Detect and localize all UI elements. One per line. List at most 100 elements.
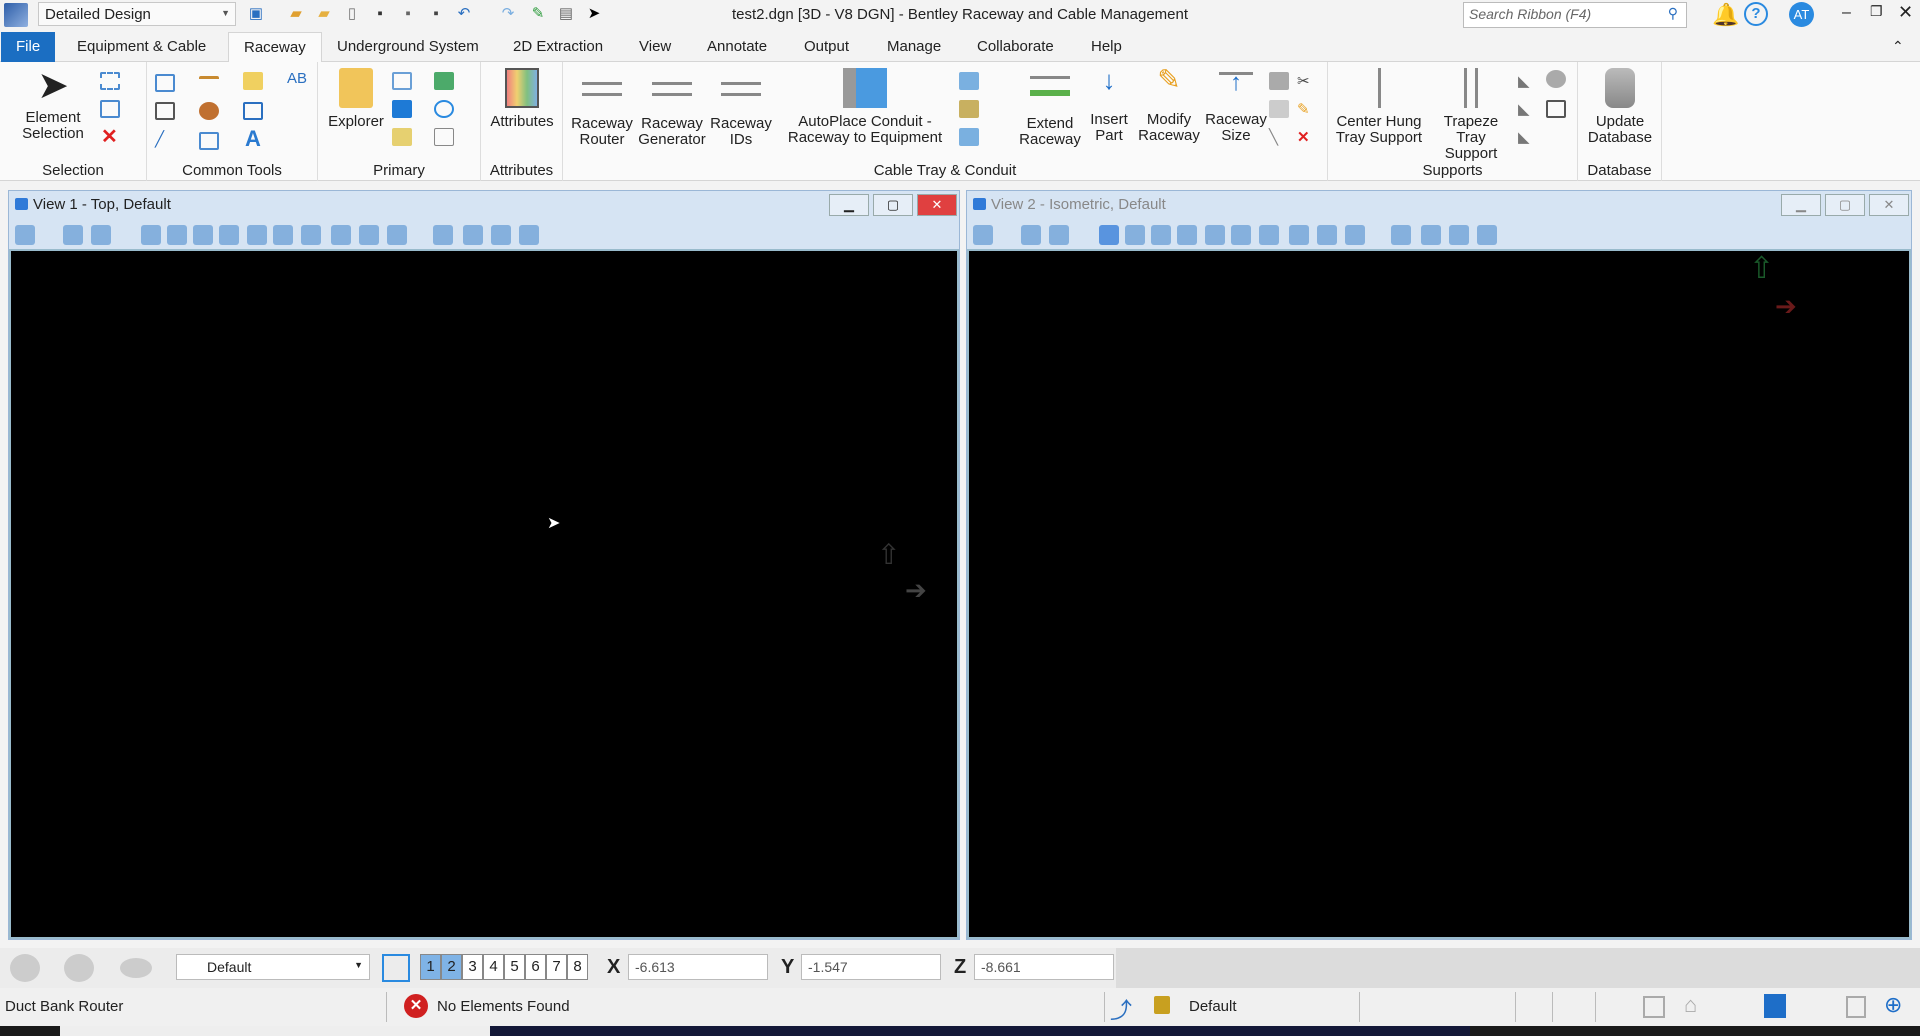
view-2-canvas[interactable]: ⇧ ➔ [967, 249, 1911, 939]
save-settings-icon[interactable]: ▪ [398, 5, 418, 23]
new-file-icon[interactable]: ▯ [342, 5, 362, 23]
split-icon[interactable]: ╲ [1269, 128, 1289, 146]
tab-file[interactable]: File [1, 32, 56, 62]
support-edit-icon[interactable] [1546, 70, 1566, 88]
next-view-icon[interactable] [387, 225, 407, 245]
sheet-icon[interactable] [1643, 996, 1665, 1018]
view-toggle-6[interactable]: 6 [525, 954, 546, 980]
measure-icon[interactable] [199, 76, 219, 94]
home-icon[interactable]: ⌂ [1684, 992, 1697, 1018]
tab-output[interactable]: Output [789, 32, 864, 62]
display-style-icon[interactable] [63, 225, 83, 245]
rectangle-icon[interactable] [199, 132, 219, 150]
lock-icon[interactable] [1154, 996, 1170, 1014]
conduit-fitting-icon[interactable] [959, 100, 979, 118]
bracket-icon[interactable]: ◣ [1518, 72, 1538, 90]
close-button[interactable]: ✕ [1898, 2, 1913, 23]
walk-icon[interactable] [331, 225, 351, 245]
light-icon[interactable] [243, 72, 263, 90]
previous-view-icon[interactable] [1317, 225, 1337, 245]
palette-icon[interactable] [199, 102, 219, 120]
zoom-in-icon[interactable] [167, 225, 187, 245]
raceway-generator-button[interactable]: Raceway Generator [637, 72, 707, 148]
extend-raceway-button[interactable]: Extend Raceway [1019, 72, 1081, 148]
view-toggle-2[interactable]: 2 [441, 954, 462, 980]
restore-button[interactable]: ❐ [1870, 3, 1883, 20]
scale-icon[interactable] [155, 102, 175, 120]
select-arrow-icon[interactable]: ➤ [584, 5, 604, 23]
select-region-icon[interactable] [100, 72, 120, 90]
forward-icon[interactable] [64, 954, 94, 982]
fence-icon[interactable] [155, 74, 175, 92]
level-dropdown[interactable]: Default ▼ [176, 954, 370, 980]
next-view-icon[interactable] [1345, 225, 1365, 245]
clip-volume-icon[interactable] [463, 225, 483, 245]
rotate-view-icon[interactable] [273, 225, 293, 245]
view-groups-icon[interactable] [382, 954, 410, 982]
view-minimize-button[interactable]: ▁ [1781, 194, 1821, 216]
view-toggle-7[interactable]: 7 [546, 954, 567, 980]
zoom-in-icon[interactable] [1125, 225, 1145, 245]
edit-bend-icon[interactable]: ✎ [1297, 100, 1317, 118]
previous-view-icon[interactable] [359, 225, 379, 245]
v8-icon[interactable]: ▣ [246, 5, 266, 23]
raceway-router-button[interactable]: Raceway Router [569, 72, 635, 148]
raceway-size-button[interactable]: ↑ Raceway Size [1203, 71, 1269, 144]
tab-help[interactable]: Help [1076, 32, 1137, 62]
document-icon[interactable] [1846, 996, 1866, 1018]
search-ribbon-input[interactable]: Search Ribbon (F4) ⚲ [1463, 2, 1687, 28]
view-close-button[interactable]: ✕ [917, 194, 957, 216]
print-icon[interactable]: ▤ [556, 5, 576, 23]
lighting-icon[interactable] [91, 225, 111, 245]
references-icon[interactable] [434, 72, 454, 90]
raceway-ids-button[interactable]: Raceway IDs [709, 72, 773, 148]
app-logo-icon[interactable] [4, 3, 28, 27]
back-icon[interactable] [10, 954, 40, 982]
view-toggle-4[interactable]: 4 [483, 954, 504, 980]
design-history-icon[interactable] [1764, 994, 1786, 1018]
lighting-icon[interactable] [1049, 225, 1069, 245]
collapse-ribbon-icon[interactable]: ⌃ [1892, 38, 1904, 55]
element-selection-button[interactable]: ➤ Element Selection [8, 67, 98, 142]
redo-icon[interactable]: ↷ [498, 5, 518, 23]
update-view-icon[interactable] [141, 225, 161, 245]
walk-icon[interactable] [1289, 225, 1309, 245]
modify-raceway-button[interactable]: ✎ Modify Raceway [1137, 66, 1201, 144]
cell-icon[interactable] [243, 102, 263, 120]
tab-annotate[interactable]: Annotate [692, 32, 782, 62]
user-avatar[interactable]: AT [1789, 2, 1814, 27]
delete-tray-icon[interactable]: ✕ [1297, 128, 1317, 146]
bracket-3-icon[interactable]: ◣ [1518, 128, 1538, 146]
window-area-icon[interactable] [1177, 225, 1197, 245]
update-database-button[interactable]: Update Database [1582, 68, 1658, 146]
save-icon[interactable]: ▪ [370, 5, 390, 23]
attributes-button[interactable]: Attributes [485, 68, 559, 130]
rotate-view-icon[interactable] [1231, 225, 1251, 245]
pin-icon[interactable]: ✎ [528, 5, 548, 23]
pan-icon[interactable] [301, 225, 321, 245]
view-attributes-icon[interactable] [15, 225, 35, 245]
network-error-icon[interactable]: ⊕ [1884, 992, 1902, 1018]
help-icon[interactable]: ? [1744, 2, 1768, 26]
tab-collaborate[interactable]: Collaborate [962, 32, 1069, 62]
view-close-button[interactable]: ✕ [1869, 194, 1909, 216]
snap-icon[interactable]: ⤴ [1110, 993, 1132, 1025]
zoom-out-icon[interactable] [1151, 225, 1171, 245]
z-coordinate-field[interactable]: -8.661 [974, 954, 1114, 980]
open-folder-icon[interactable]: ▰ [286, 5, 306, 23]
key-in-icon[interactable] [434, 128, 454, 146]
trapeze-tray-support-button[interactable]: Trapeze Tray Support [1428, 68, 1514, 162]
tab-equipment-cable[interactable]: Equipment & Cable [62, 32, 221, 62]
models-icon[interactable] [392, 72, 412, 90]
view-1-canvas[interactable]: ⇧ ➔ ➤ [9, 249, 959, 939]
save-as-icon[interactable]: ▪ [426, 5, 446, 23]
text-style-icon[interactable]: AB [287, 70, 307, 87]
notification-bell-icon[interactable]: 🔔 [1712, 2, 1739, 28]
center-hung-tray-support-button[interactable]: Center Hung Tray Support [1332, 68, 1426, 146]
cut-icon[interactable]: ✂ [1297, 72, 1317, 90]
info-icon[interactable] [434, 100, 454, 118]
line-light-icon[interactable]: ╱ [155, 130, 175, 148]
explorer-button[interactable]: Explorer [324, 68, 388, 130]
fit-view-icon[interactable] [1205, 225, 1225, 245]
tab-view[interactable]: View [624, 32, 686, 62]
